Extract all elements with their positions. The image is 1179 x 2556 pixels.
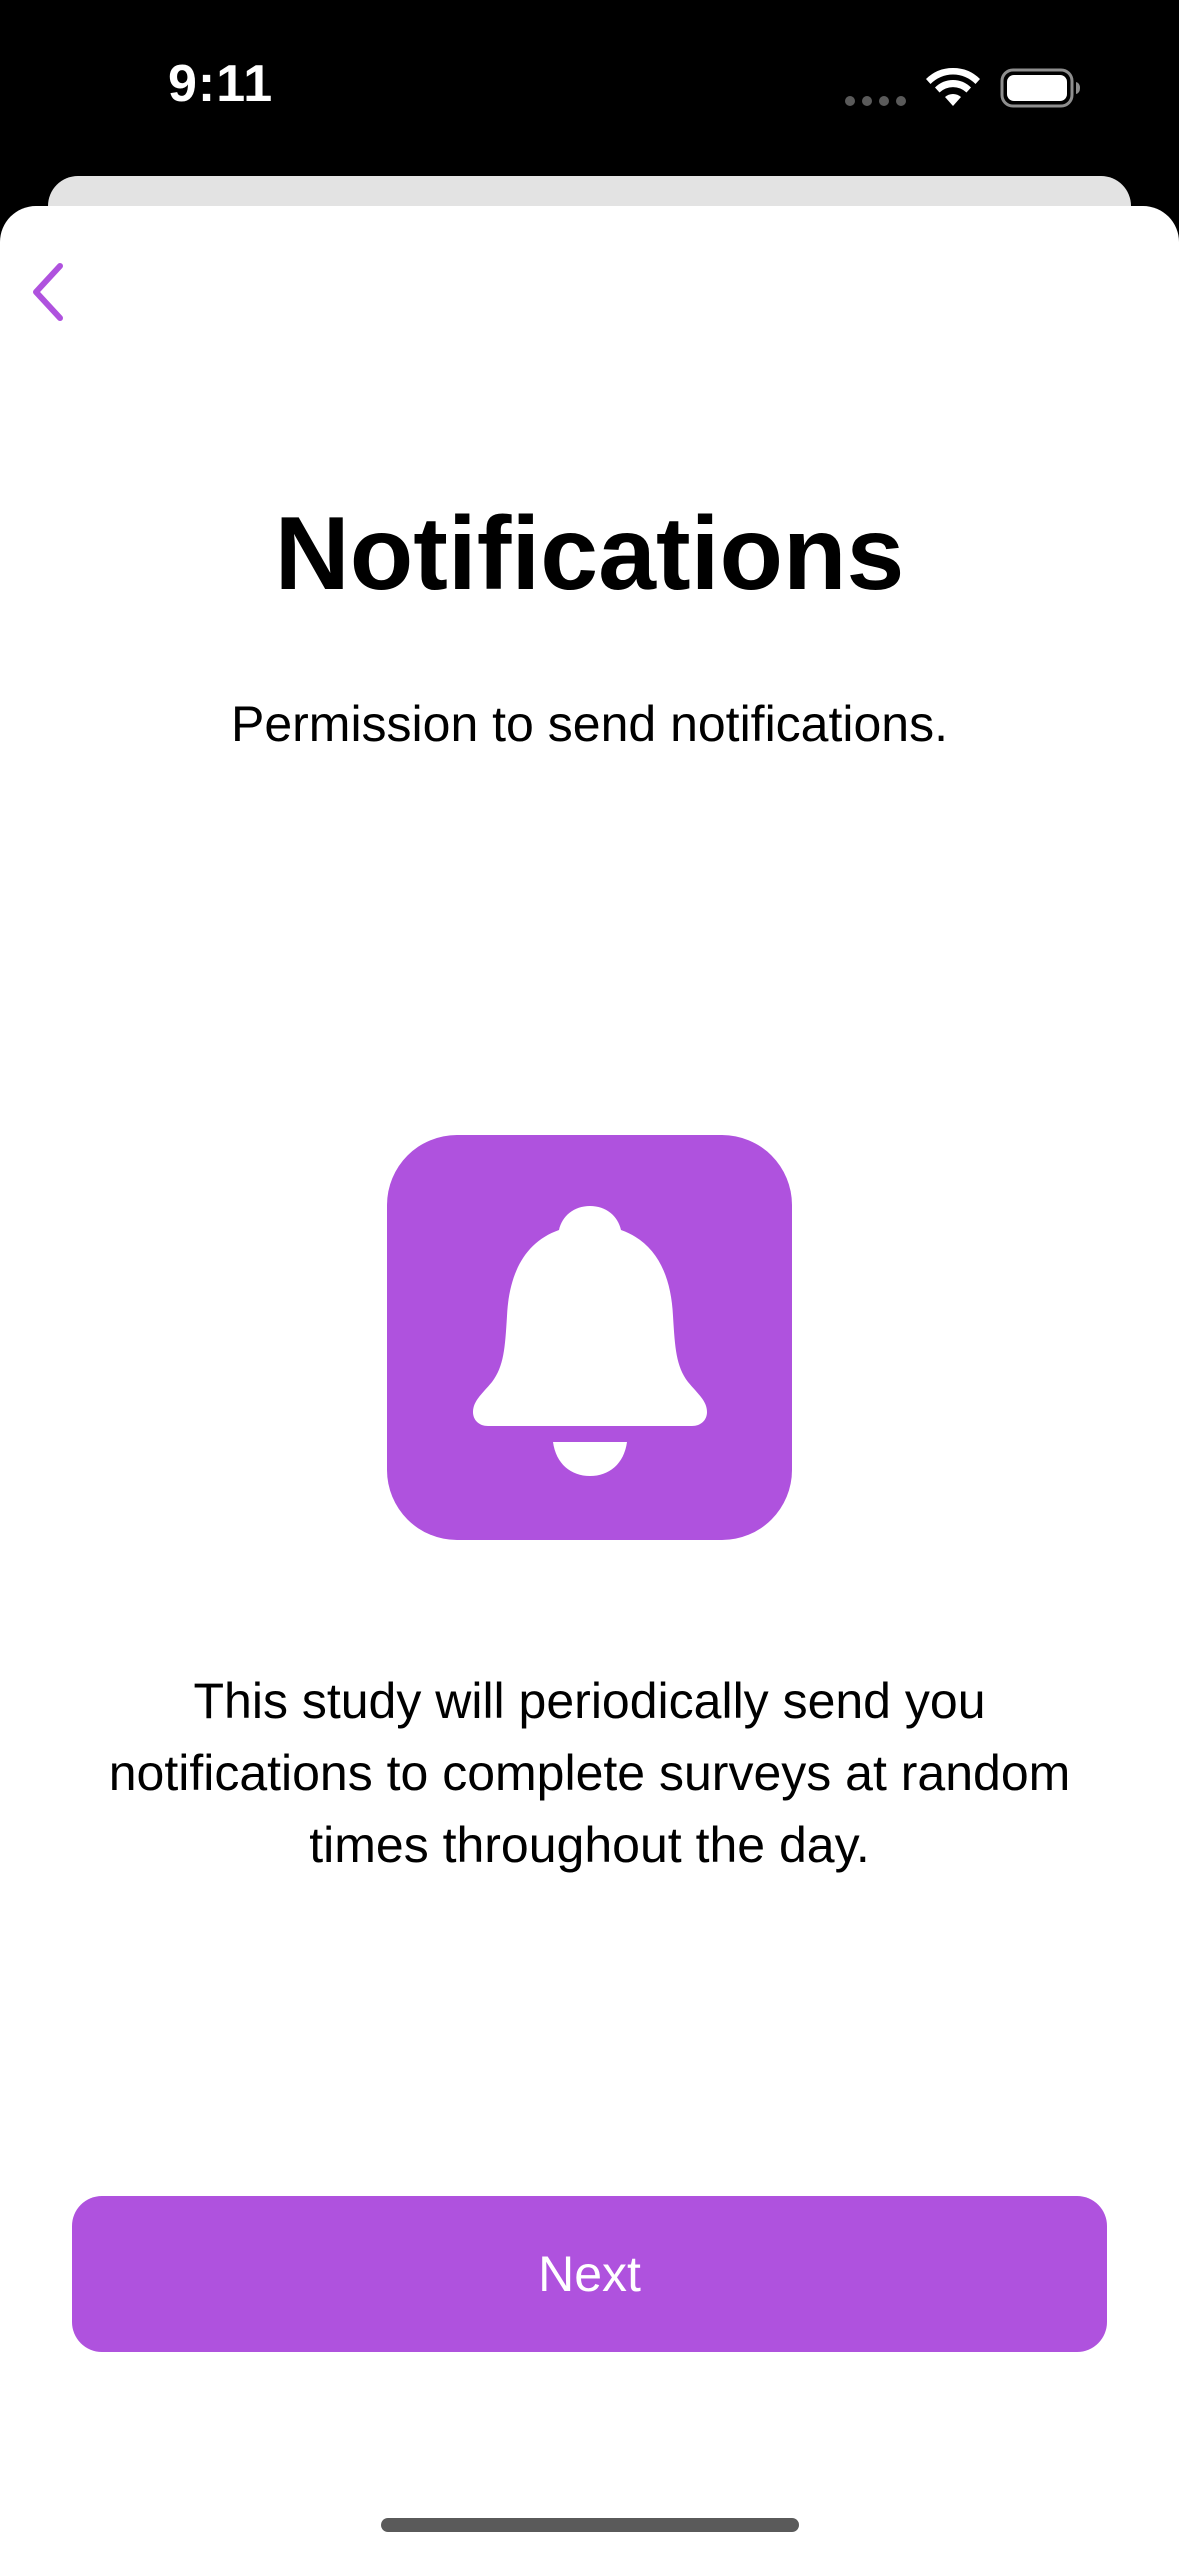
back-button[interactable] — [18, 252, 78, 332]
page-title: Notifications — [274, 496, 905, 612]
page-subtitle: Permission to send notifications. — [230, 696, 949, 752]
battery-icon — [1000, 68, 1080, 108]
description-text: This study will periodically send you no… — [108, 1673, 1071, 1873]
status-time: 9:11 — [168, 55, 274, 113]
app-screen: 9:11 Notifications Permission to send no… — [0, 0, 1179, 2556]
cellular-signal-icon — [845, 96, 906, 106]
wifi-icon — [926, 67, 980, 106]
status-bar: 9:11 — [0, 0, 1179, 175]
bell-icon — [472, 1205, 707, 1476]
chevron-left-icon — [33, 263, 63, 321]
next-button[interactable]: Next — [72, 2196, 1107, 2352]
notification-illustration — [387, 1135, 792, 1540]
home-indicator[interactable] — [381, 2518, 799, 2532]
